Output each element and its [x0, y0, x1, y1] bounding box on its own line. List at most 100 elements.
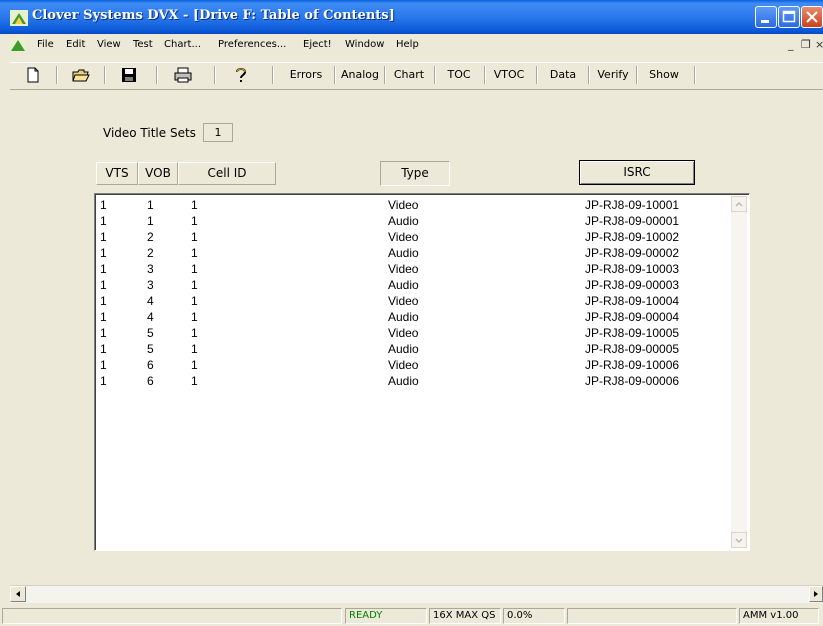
vts-cell: 1 — [100, 214, 107, 228]
vts-cell: 1 — [100, 246, 107, 260]
help-button[interactable] — [228, 65, 254, 85]
open-icon — [72, 69, 90, 82]
app-logo-icon — [10, 10, 28, 26]
cell-id-column-header[interactable]: Cell ID — [178, 162, 276, 185]
scroll-down-button[interactable] — [731, 532, 747, 548]
isrc-column-header[interactable]: ISRC — [579, 160, 695, 185]
close-icon — [806, 11, 818, 23]
arrow-left-icon — [16, 591, 20, 597]
toolbar-separator — [104, 66, 106, 84]
scroll-up-button[interactable] — [731, 196, 747, 212]
cell-id-cell: 1 — [191, 326, 198, 340]
mdi-close-button[interactable]: × — [815, 38, 823, 51]
open-button[interactable] — [68, 65, 94, 85]
cell-id-cell: 1 — [191, 214, 198, 228]
toolbar-separator — [214, 66, 216, 84]
vob-cell: 5 — [147, 342, 154, 356]
horizontal-scrollbar[interactable] — [10, 585, 823, 603]
vts-cell: 1 — [100, 310, 107, 324]
vob-cell: 6 — [147, 358, 154, 372]
arrow-right-icon — [814, 591, 818, 597]
vob-cell: 5 — [147, 326, 154, 340]
status-bar: READY 16X MAX QS 0.0% AMM v1.00 — [0, 605, 823, 626]
print-button[interactable] — [170, 65, 196, 85]
mdi-restore-button[interactable]: ❐ — [801, 38, 811, 51]
toc-list[interactable]: 1 1 1 Video JP-RJ8-09-10001 1 1 1 Audio … — [94, 193, 750, 551]
errors-button[interactable]: Errors — [278, 65, 334, 85]
video-title-sets-value: 1 — [203, 123, 233, 142]
isrc-cell: JP-RJ8-09-00002 — [585, 246, 680, 260]
toolbar: Errors Analog Chart TOC VTOC Data Verify… — [10, 62, 823, 90]
menu-test[interactable]: Test — [133, 39, 153, 50]
new-button[interactable] — [22, 65, 44, 85]
status-drive: 16X MAX QS — [429, 608, 501, 624]
maximize-icon — [782, 10, 796, 23]
cell-id-cell: 1 — [191, 230, 198, 244]
title-bar[interactable]: Clover Systems DVX - [Drive F: Table of … — [0, 0, 823, 34]
toolbar-separator — [694, 66, 696, 84]
cell-id-cell: 1 — [191, 262, 198, 276]
maximize-button[interactable] — [778, 6, 800, 28]
menu-file[interactable]: File — [37, 39, 54, 50]
scroll-left-button[interactable] — [10, 586, 26, 602]
cell-id-cell: 1 — [191, 374, 198, 388]
cell-id-cell: 1 — [191, 294, 198, 308]
status-progress: 0.0% — [503, 608, 565, 624]
toc-button[interactable]: TOC — [436, 65, 482, 85]
verify-button[interactable]: Verify — [590, 65, 636, 85]
data-button[interactable]: Data — [538, 65, 588, 85]
type-cell: Audio — [388, 342, 419, 356]
menu-edit[interactable]: Edit — [66, 39, 85, 50]
chevron-down-icon — [735, 538, 743, 544]
cell-id-cell: 1 — [191, 246, 198, 260]
mdi-minimize-button[interactable]: _ — [788, 38, 794, 51]
cell-id-cell: 1 — [191, 358, 198, 372]
type-cell: Video — [388, 262, 419, 276]
type-column-header[interactable]: Type — [380, 161, 450, 186]
scroll-right-button[interactable] — [809, 586, 823, 602]
menu-preferences[interactable]: Preferences... — [218, 39, 286, 50]
vob-cell: 2 — [147, 246, 154, 260]
type-cell: Audio — [388, 310, 419, 324]
menu-help[interactable]: Help — [396, 39, 419, 50]
close-button[interactable] — [801, 6, 823, 28]
isrc-cell: JP-RJ8-09-00004 — [585, 310, 680, 324]
vob-cell: 3 — [147, 262, 154, 276]
vts-cell: 1 — [100, 358, 107, 372]
save-button[interactable] — [116, 65, 142, 85]
isrc-cell: JP-RJ8-09-00001 — [585, 214, 680, 228]
isrc-cell: JP-RJ8-09-10004 — [585, 294, 680, 308]
vob-column-header[interactable]: VOB — [138, 162, 178, 185]
chevron-up-icon — [735, 201, 743, 207]
cell-id-cell: 1 — [191, 342, 198, 356]
type-cell: Video — [388, 294, 419, 308]
vob-cell: 4 — [147, 294, 154, 308]
document-logo-icon[interactable] — [10, 38, 26, 52]
type-cell: Video — [388, 326, 419, 340]
menu-window[interactable]: Window — [345, 39, 384, 50]
chart-button[interactable]: Chart — [386, 65, 432, 85]
vts-column-header[interactable]: VTS — [96, 162, 138, 185]
vob-cell: 3 — [147, 278, 154, 292]
menu-view[interactable]: View — [97, 39, 121, 50]
window-title: Clover Systems DVX - [Drive F: Table of … — [32, 8, 395, 23]
cell-id-cell: 1 — [191, 198, 198, 212]
list-vertical-scrollbar[interactable] — [731, 196, 747, 548]
menu-eject[interactable]: Eject! — [303, 39, 332, 50]
isrc-cell: JP-RJ8-09-10002 — [585, 230, 680, 244]
status-empty-pane — [567, 608, 737, 624]
show-button[interactable]: Show — [638, 65, 690, 85]
video-title-sets-label: Video Title Sets — [103, 126, 196, 140]
type-cell: Audio — [388, 246, 419, 260]
vtoc-button[interactable]: VTOC — [486, 65, 532, 85]
type-cell: Audio — [388, 278, 419, 292]
isrc-cell: JP-RJ8-09-00005 — [585, 342, 680, 356]
menu-chart[interactable]: Chart... — [164, 39, 201, 50]
status-state: READY — [345, 608, 427, 624]
isrc-cell: JP-RJ8-09-10006 — [585, 358, 680, 372]
minimize-icon — [761, 20, 769, 23]
vob-cell: 2 — [147, 230, 154, 244]
analog-button[interactable]: Analog — [336, 65, 384, 85]
cell-id-cell: 1 — [191, 278, 198, 292]
minimize-button[interactable] — [755, 6, 777, 28]
